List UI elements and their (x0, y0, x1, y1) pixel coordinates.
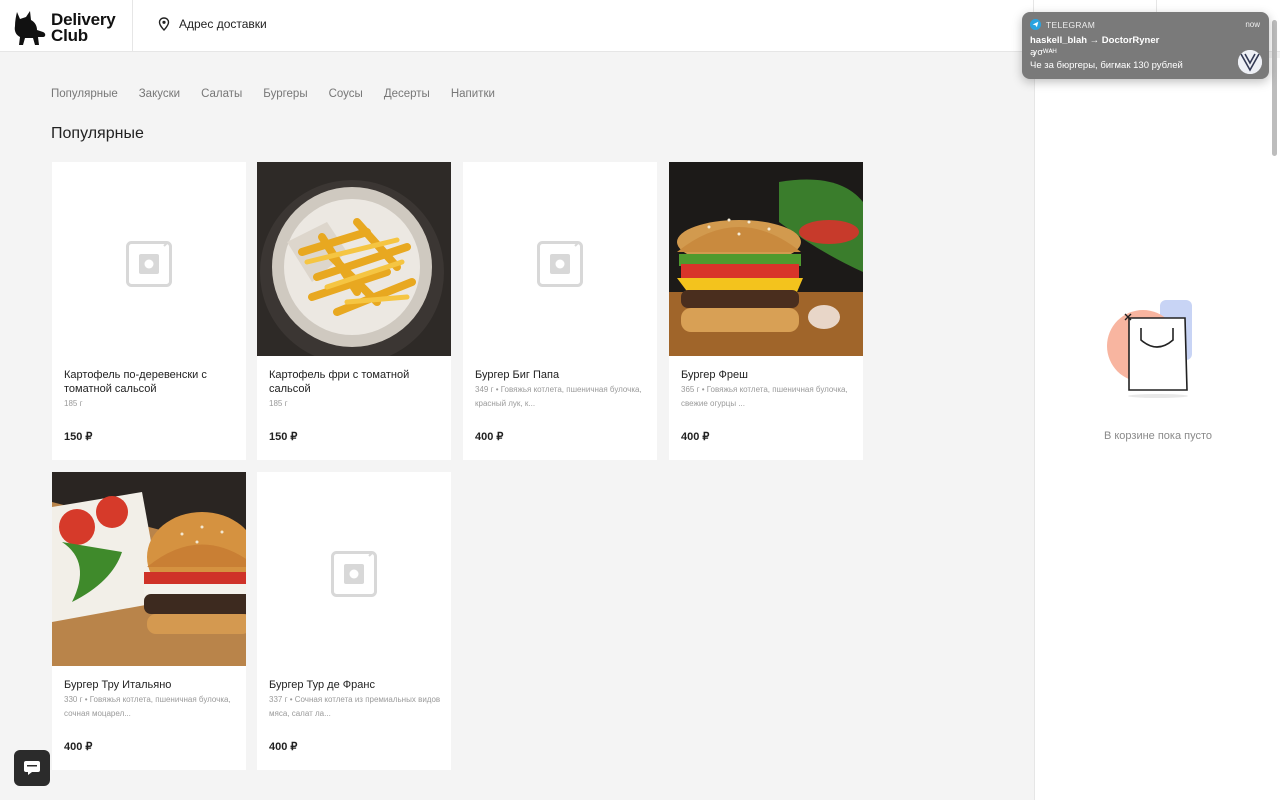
address-label: Адрес доставки (179, 17, 267, 31)
product-card[interactable]: Бургер Тур де Франс 337 г • Сочная котле… (257, 472, 451, 770)
product-name: Картофель по-деревенски с томатной сальс… (64, 369, 207, 395)
product-weight: 185 г (64, 399, 83, 408)
cart-panel: В корзине пока пусто (1034, 58, 1280, 800)
product-weight: 185 г (269, 399, 288, 408)
cart-empty-message: В корзине пока пусто (1103, 430, 1213, 442)
category-salads[interactable]: Салаты (201, 88, 242, 100)
product-image-burger-italiano (52, 472, 246, 666)
category-nav: Популярные Закуски Салаты Бургеры Соусы … (51, 88, 495, 100)
product-card[interactable]: Картофель фри с томатной сальсой 185 г 1… (257, 162, 451, 460)
product-desc-text: Сочная котлета из премиальных видов мяса… (269, 695, 441, 718)
product-desc-text: Говяжья котлета, пшеничная булочка, крас… (475, 385, 642, 408)
notification-app: TELEGRAM (1030, 19, 1095, 30)
product-image-burger-fresh (669, 162, 863, 356)
product-name: Бургер Тур де Франс (269, 679, 375, 691)
chat-icon (24, 761, 40, 775)
image-placeholder-icon (331, 551, 377, 597)
product-card[interactable]: Бургер Тру Итальяно 330 г • Говяжья котл… (52, 472, 246, 770)
product-name: Картофель фри с томатной сальсой (269, 369, 410, 395)
burger-photo-icon (669, 162, 863, 356)
delivery-address-button[interactable]: Адрес доставки (158, 17, 267, 31)
avatar (1238, 50, 1262, 74)
category-drinks[interactable]: Напитки (451, 88, 495, 100)
burger-photo-icon (52, 472, 246, 666)
product-image-placeholder (463, 162, 657, 356)
product-description: 349 г • Говяжья котлета, пшеничная булоч… (475, 385, 642, 408)
notification-message: Че за бюргеры, бигмак 130 рублей (1030, 60, 1183, 71)
product-weight: 349 г (475, 385, 494, 394)
notification-subtitle: ꜽσᵂᴬᴴ (1030, 47, 1057, 57)
category-popular[interactable]: Популярные (51, 88, 118, 100)
product-card[interactable]: Бургер Биг Папа 349 г • Говяжья котлета,… (463, 162, 657, 460)
telegram-notification[interactable]: TELEGRAM now haskell_blah → DoctorRyner … (1022, 12, 1269, 79)
brand-line2: Club (51, 26, 88, 45)
product-image-placeholder (52, 162, 246, 356)
header-divider (132, 0, 133, 52)
telegram-icon (1030, 19, 1041, 30)
product-name: Бургер Биг Папа (475, 369, 560, 381)
delivery-club-logo[interactable]: Delivery Club (13, 10, 123, 46)
notification-app-name: TELEGRAM (1046, 19, 1096, 30)
product-price: 400 ₽ (269, 741, 298, 753)
product-image-placeholder (257, 472, 451, 666)
product-price: 400 ₽ (681, 431, 710, 443)
product-weight: 365 г (681, 385, 700, 394)
category-sauces[interactable]: Соусы (329, 88, 363, 100)
product-weight: 337 г (269, 695, 288, 704)
product-card[interactable]: Картофель по-деревенски с томатной сальс… (52, 162, 246, 460)
category-snacks[interactable]: Закуски (139, 88, 180, 100)
product-name: Бургер Фреш (681, 369, 748, 381)
product-desc-text: Говяжья котлета, пшеничная булочка, сочн… (64, 695, 231, 718)
product-description: 337 г • Сочная котлета из премиальных ви… (269, 695, 441, 718)
section-title: Популярные (51, 125, 144, 142)
notification-time: now (1245, 20, 1260, 29)
category-desserts[interactable]: Десерты (384, 88, 430, 100)
image-placeholder-icon (537, 241, 583, 287)
notification-title: haskell_blah → DoctorRyner (1030, 35, 1160, 46)
product-desc-text: Говяжья котлета, пшеничная булочка, свеж… (681, 385, 848, 408)
product-price: 150 ₽ (269, 431, 298, 443)
product-name: Бургер Тру Итальяно (64, 679, 172, 691)
product-description: 330 г • Говяжья котлета, пшеничная булоч… (64, 695, 231, 718)
chat-support-button[interactable] (14, 750, 50, 786)
cat-logo-icon (14, 11, 46, 45)
product-price: 400 ₽ (475, 431, 504, 443)
scrollbar[interactable] (1272, 20, 1277, 156)
product-image-fries (257, 162, 451, 356)
fries-photo-icon (257, 162, 451, 356)
product-price: 400 ₽ (64, 741, 93, 753)
product-weight: 330 г (64, 695, 83, 704)
category-burgers[interactable]: Бургеры (263, 88, 307, 100)
empty-bag-icon (1107, 300, 1192, 398)
product-card[interactable]: Бургер Фреш 365 г • Говяжья котлета, пше… (669, 162, 863, 460)
product-price: 150 ₽ (64, 431, 93, 443)
image-placeholder-icon (126, 241, 172, 287)
location-pin-icon (158, 17, 170, 31)
product-description: 365 г • Говяжья котлета, пшеничная булоч… (681, 385, 848, 408)
